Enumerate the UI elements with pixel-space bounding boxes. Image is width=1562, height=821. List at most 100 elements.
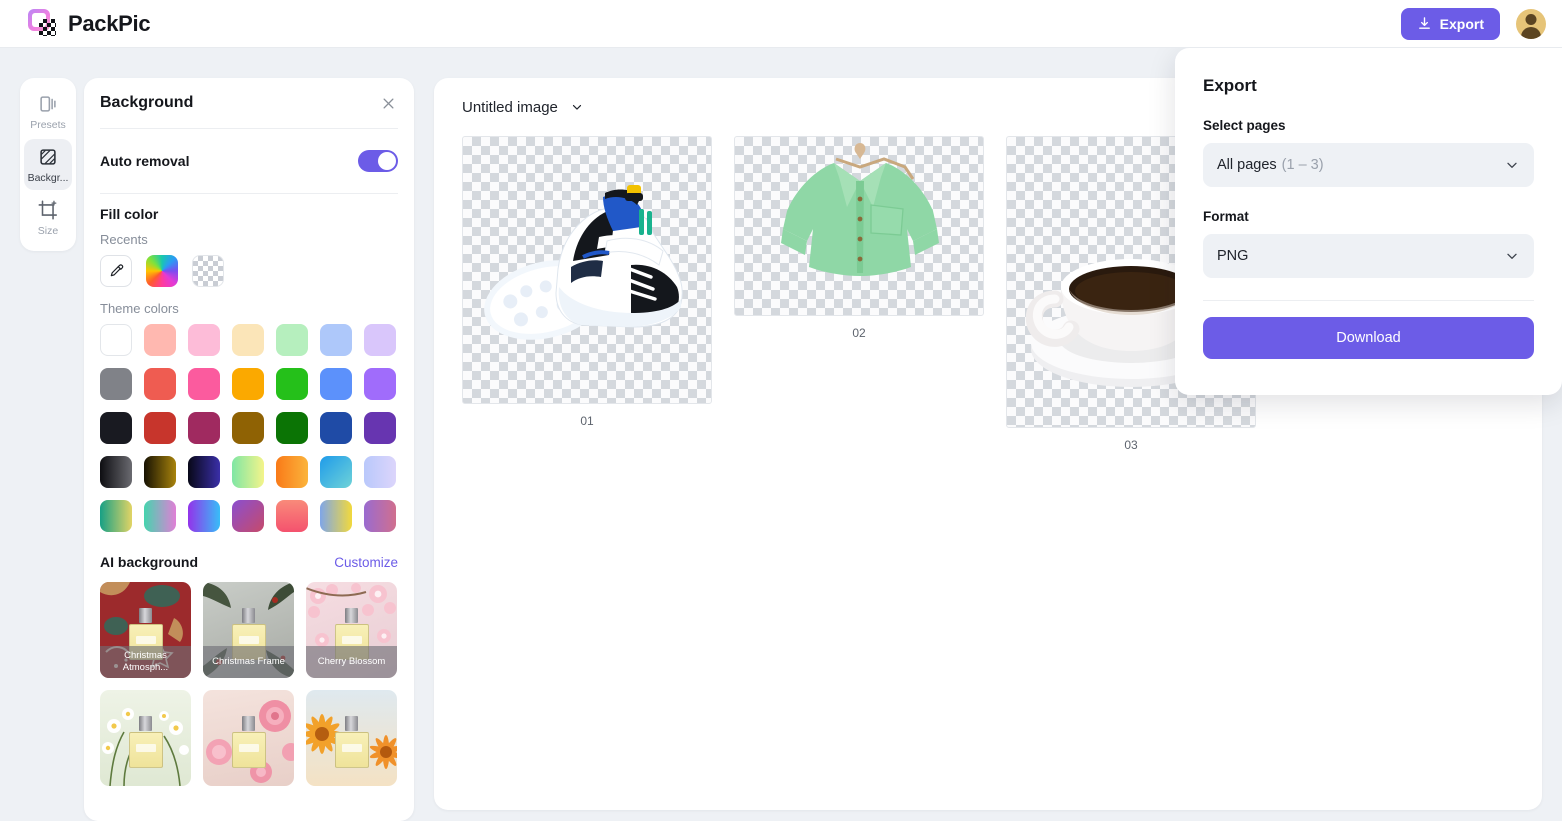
ai-background-card-5[interactable] [306, 690, 397, 786]
thumbnail-caption-03: 03 [1124, 438, 1138, 452]
color-swatch-1-2[interactable] [188, 368, 220, 400]
color-swatch-3-5[interactable] [320, 456, 352, 488]
packpic-logo-icon [28, 8, 58, 39]
color-swatch-2-6[interactable] [364, 412, 396, 444]
left-rail: Presets Backgr... Size [20, 78, 76, 251]
background-panel-scroll[interactable]: Background Auto removal Fill color Recen… [84, 78, 414, 821]
color-swatch-4-5[interactable] [320, 500, 352, 532]
thumbnail-image-02[interactable] [734, 136, 984, 316]
ai-background-card-label: Cherry Blossom [306, 646, 397, 678]
sidebar-item-background[interactable]: Backgr... [24, 139, 72, 190]
top-bar-actions: Export [1400, 7, 1546, 40]
export-button-label: Export [1439, 15, 1484, 32]
download-icon [1418, 17, 1430, 29]
customize-link[interactable]: Customize [334, 555, 398, 570]
color-swatch-3-2[interactable] [188, 456, 220, 488]
avatar[interactable] [1516, 8, 1546, 39]
background-panel: Background Auto removal Fill color Recen… [84, 78, 414, 821]
sidebar-item-presets[interactable]: Presets [24, 86, 72, 137]
background-panel-header: Background [100, 78, 398, 120]
thumbnail-image-01[interactable] [462, 136, 712, 404]
recents-swatches [100, 255, 398, 287]
color-swatch-2-1[interactable] [144, 412, 176, 444]
color-swatch-1-1[interactable] [144, 368, 176, 400]
color-swatch-3-4[interactable] [276, 456, 308, 488]
color-swatch-1-5[interactable] [320, 368, 352, 400]
color-swatch-3-1[interactable] [144, 456, 176, 488]
theme-colors-label: Theme colors [100, 301, 179, 316]
color-swatch-0-4[interactable] [276, 324, 308, 356]
rainbow-swatch[interactable] [146, 255, 178, 287]
color-swatch-0-3[interactable] [232, 324, 264, 356]
color-swatch-0-5[interactable] [320, 324, 352, 356]
auto-removal-toggle[interactable] [358, 150, 398, 172]
download-button[interactable]: Download [1203, 317, 1534, 359]
background-icon [40, 149, 56, 165]
chevron-down-icon [572, 104, 581, 110]
ai-background-grid: Christmas Atmosph... Christmas Frame Cherr… [100, 582, 398, 786]
format-dropdown[interactable]: PNG [1203, 234, 1534, 278]
sidebar-item-size-label: Size [37, 225, 59, 237]
select-pages-value: All pages [1217, 157, 1277, 173]
recents-label: Recents [100, 232, 148, 247]
export-popover-title: Export [1203, 76, 1257, 95]
color-swatch-1-0[interactable] [100, 368, 132, 400]
export-popover: Export Select pages All pages (1 – 3) Fo… [1175, 48, 1562, 395]
color-swatch-2-5[interactable] [320, 412, 352, 444]
fill-color-section: Fill color Recents Theme colors [100, 206, 398, 532]
top-bar: PackPic Export [0, 0, 1562, 48]
color-swatch-4-2[interactable] [188, 500, 220, 532]
color-swatch-4-0[interactable] [100, 500, 132, 532]
presets-icon [40, 96, 56, 112]
ai-background-card-1[interactable]: Christmas Frame [203, 582, 294, 678]
chevron-down-icon [1507, 253, 1517, 259]
color-swatch-0-1[interactable] [144, 324, 176, 356]
color-swatch-1-3[interactable] [232, 368, 264, 400]
sidebar-item-size[interactable]: Size [24, 192, 72, 243]
auto-removal-row: Auto removal [100, 137, 398, 185]
color-swatch-0-0[interactable] [100, 324, 132, 356]
select-pages-label: Select pages [1203, 118, 1286, 133]
thumbnail-caption-02: 02 [852, 326, 866, 340]
document-title: Untitled image [462, 98, 558, 116]
eyedropper-icon [110, 264, 124, 277]
ai-background-card-0[interactable]: Christmas Atmosph... [100, 582, 191, 678]
ai-background-card-3[interactable] [100, 690, 191, 786]
color-swatch-0-2[interactable] [188, 324, 220, 356]
ai-background-card-label: Christmas Frame [203, 646, 294, 678]
close-button[interactable] [378, 93, 398, 113]
color-swatch-2-0[interactable] [100, 412, 132, 444]
green-shirt-image [781, 143, 939, 276]
color-swatch-1-6[interactable] [364, 368, 396, 400]
color-swatch-3-6[interactable] [364, 456, 396, 488]
eyedropper-swatch[interactable] [100, 255, 132, 287]
color-swatch-1-4[interactable] [276, 368, 308, 400]
ai-background-label: AI background [100, 554, 199, 570]
theme-color-grid [100, 324, 398, 532]
ai-background-card-2[interactable]: Cherry Blossom [306, 582, 397, 678]
sidebar-item-presets-label: Presets [30, 119, 66, 131]
select-pages-dropdown[interactable]: All pages (1 – 3) [1203, 143, 1534, 187]
format-label: Format [1203, 209, 1249, 224]
color-swatch-4-1[interactable] [144, 500, 176, 532]
transparent-swatch[interactable] [192, 255, 224, 287]
color-swatch-2-4[interactable] [276, 412, 308, 444]
ai-background-card-4[interactable] [203, 690, 294, 786]
thumbnail-caption-01: 01 [580, 414, 594, 428]
fill-color-label: Fill color [100, 206, 159, 222]
color-swatch-3-0[interactable] [100, 456, 132, 488]
color-swatch-2-3[interactable] [232, 412, 264, 444]
color-swatch-4-6[interactable] [364, 500, 396, 532]
color-swatch-2-2[interactable] [188, 412, 220, 444]
color-swatch-3-3[interactable] [232, 456, 264, 488]
export-button[interactable]: Export [1400, 7, 1500, 40]
color-swatch-4-3[interactable] [232, 500, 264, 532]
color-swatch-0-6[interactable] [364, 324, 396, 356]
sneakers-image [484, 185, 683, 340]
brand-name: PackPic [68, 10, 151, 36]
divider [100, 193, 398, 194]
select-pages-range: (1 – 3) [1281, 157, 1324, 173]
color-swatch-4-4[interactable] [276, 500, 308, 532]
document-title-dropdown[interactable]: Untitled image [462, 99, 584, 116]
crop-size-icon [38, 200, 58, 220]
